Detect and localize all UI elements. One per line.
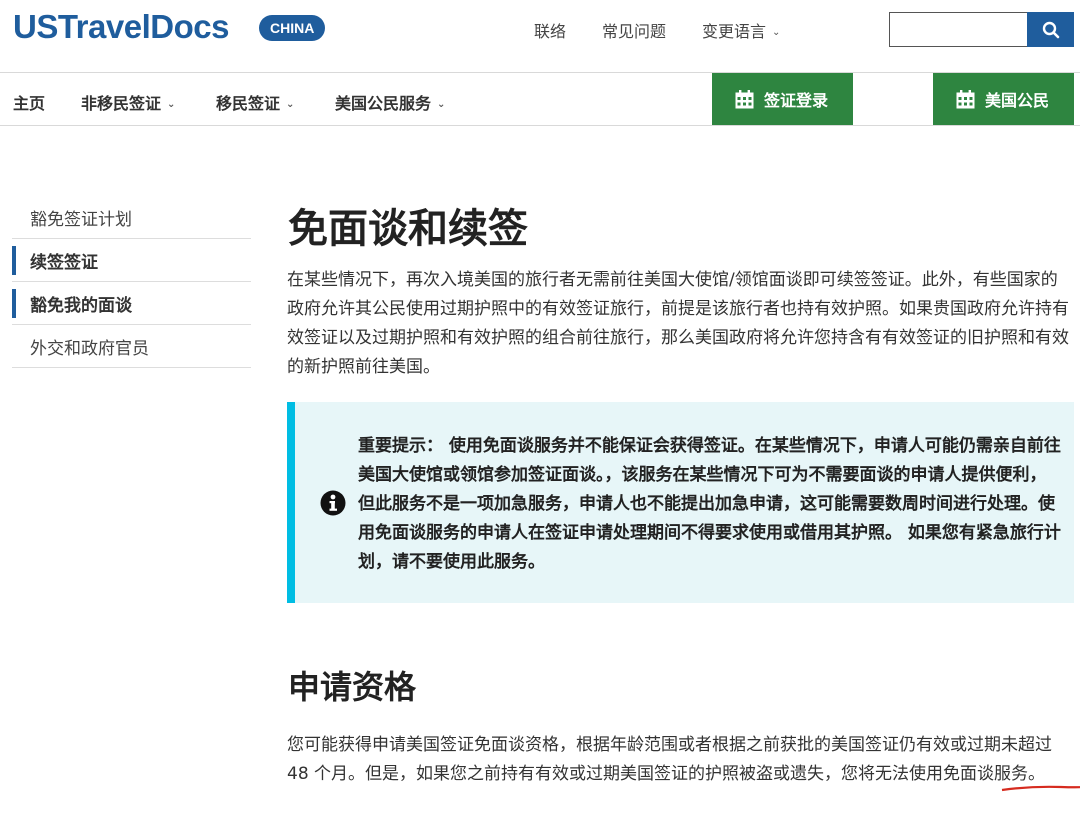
nav-immigrant-label: 移民签证: [216, 94, 281, 113]
intro-paragraph: 在某些情况下，再次入境美国的旅行者无需前往美国大使馆/领馆面谈即可续签签证。此外…: [287, 270, 1069, 377]
sidebar-nav: 豁免签证计划 续签签证 豁免我的面谈 外交和政府官员: [12, 196, 251, 368]
calendar-icon: [735, 89, 754, 108]
important-notice: 重要提示： 使用免面谈服务并不能保证会获得签证。在某些情况下，申请人可能仍需亲自…: [287, 402, 1074, 603]
chevron-down-icon: ⌄: [167, 99, 176, 110]
page-title: 免面谈和续签: [288, 206, 528, 252]
eligibility-paragraph: 您可能获得申请美国签证免面谈资格，根据年龄范围或者根据之前获批的美国签证仍有效或…: [287, 731, 1080, 792]
language-label: 变更语言: [702, 22, 767, 41]
eligibility-text-after: 但是，如果您之前持有有效或过期美国签证的护照被盗或遗失，您将无法使用免面谈服务。: [365, 764, 1046, 784]
main-nav: 主页 非移民签证 ⌄ 移民签证 ⌄ 美国公民服务 ⌄ 签证登录 美国公民: [0, 72, 1080, 126]
visa-login-button[interactable]: 签证登录: [712, 73, 853, 125]
sidebar-item-visa-renewal[interactable]: 续签签证: [12, 239, 251, 282]
calendar-icon: [956, 89, 975, 108]
nav-home[interactable]: 主页: [13, 90, 45, 114]
faq-link[interactable]: 常见问题: [602, 18, 666, 42]
sidebar-item-interview-waiver[interactable]: 豁免我的面谈: [12, 282, 251, 325]
chevron-down-icon: ⌄: [437, 99, 446, 110]
nav-immigrant[interactable]: 移民签证 ⌄: [216, 90, 294, 114]
us-citizen-button[interactable]: 美国公民: [933, 73, 1074, 125]
contact-link[interactable]: 联络: [534, 18, 566, 42]
red-underline-annotation: [1001, 785, 1080, 792]
sidebar-item-diplomats[interactable]: 外交和政府官员: [12, 325, 251, 368]
notice-text: 重要提示： 使用免面谈服务并不能保证会获得签证。在某些情况下，申请人可能仍需亲自…: [358, 436, 1061, 572]
search-input[interactable]: [889, 12, 1028, 47]
search-button[interactable]: [1027, 12, 1074, 47]
eligibility-heading: 申请资格: [288, 668, 417, 706]
eligibility-text-before: 您可能获得申请美国签证免面谈资格，根据年龄范围或者根据之前获批的美国签证仍有效或…: [287, 735, 1001, 755]
visa-login-label: 签证登录: [764, 91, 829, 110]
chevron-down-icon: ⌄: [286, 99, 295, 110]
nav-citizen-services-label: 美国公民服务: [335, 94, 432, 113]
nav-nonimmigrant-label: 非移民签证: [81, 94, 162, 113]
nav-citizen-services[interactable]: 美国公民服务 ⌄: [335, 90, 445, 114]
top-header: USTravelDocs CHINA 联络 常见问题 变更语言 ⌄: [0, 0, 1080, 72]
us-citizen-label: 美国公民: [985, 91, 1050, 110]
top-links: 联络 常见问题 变更语言 ⌄: [534, 18, 780, 42]
site-logo[interactable]: USTravelDocs: [13, 8, 229, 46]
chevron-down-icon: ⌄: [772, 27, 781, 38]
search-icon: [1042, 21, 1059, 38]
nav-nonimmigrant[interactable]: 非移民签证 ⌄: [81, 90, 175, 114]
sidebar-item-visa-waiver[interactable]: 豁免签证计划: [12, 196, 251, 239]
country-badge: CHINA: [259, 15, 326, 41]
info-icon: [320, 490, 346, 516]
language-menu[interactable]: 变更语言 ⌄: [702, 18, 780, 42]
